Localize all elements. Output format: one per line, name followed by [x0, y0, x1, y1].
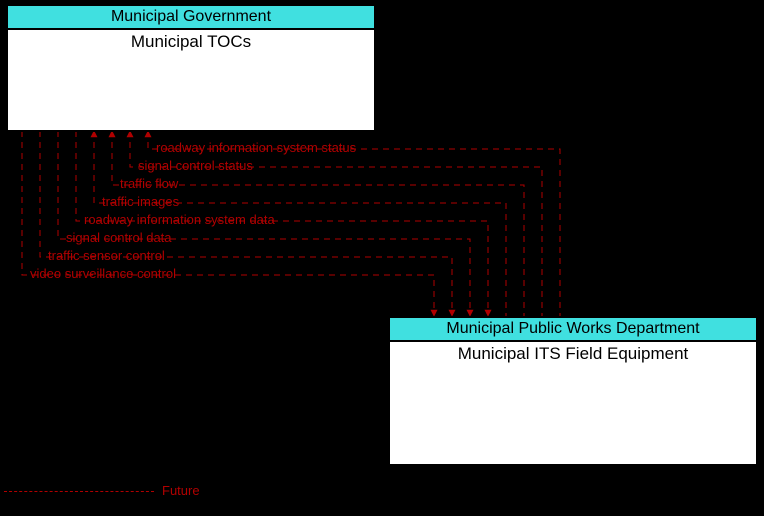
legend-future-label: Future [162, 483, 200, 498]
flow-label-traffic-images: traffic images [102, 194, 179, 209]
flow-label-traffic-flow: traffic flow [120, 176, 178, 191]
entity-bottom-title: Municipal ITS Field Equipment [390, 342, 756, 364]
flow-label-signal-control-status: signal control status [138, 158, 253, 173]
entity-municipal-its-field-equipment: Municipal Public Works Department Munici… [388, 316, 758, 466]
entity-municipal-tocs: Municipal Government Municipal TOCs [6, 4, 376, 132]
flow-label-roadway-info-status: roadway information system status [156, 140, 356, 155]
flow-label-video-surveillance-control: video surveillance control [30, 266, 176, 281]
flow-label-roadway-info-data: roadway information system data [84, 212, 275, 227]
legend-future-line [4, 491, 154, 492]
flow-label-traffic-sensor-control: traffic sensor control [48, 248, 165, 263]
entity-top-title: Municipal TOCs [8, 30, 374, 52]
entity-top-header: Municipal Government [8, 6, 374, 30]
entity-bottom-header: Municipal Public Works Department [390, 318, 756, 342]
flow-label-signal-control-data: signal control data [66, 230, 172, 245]
